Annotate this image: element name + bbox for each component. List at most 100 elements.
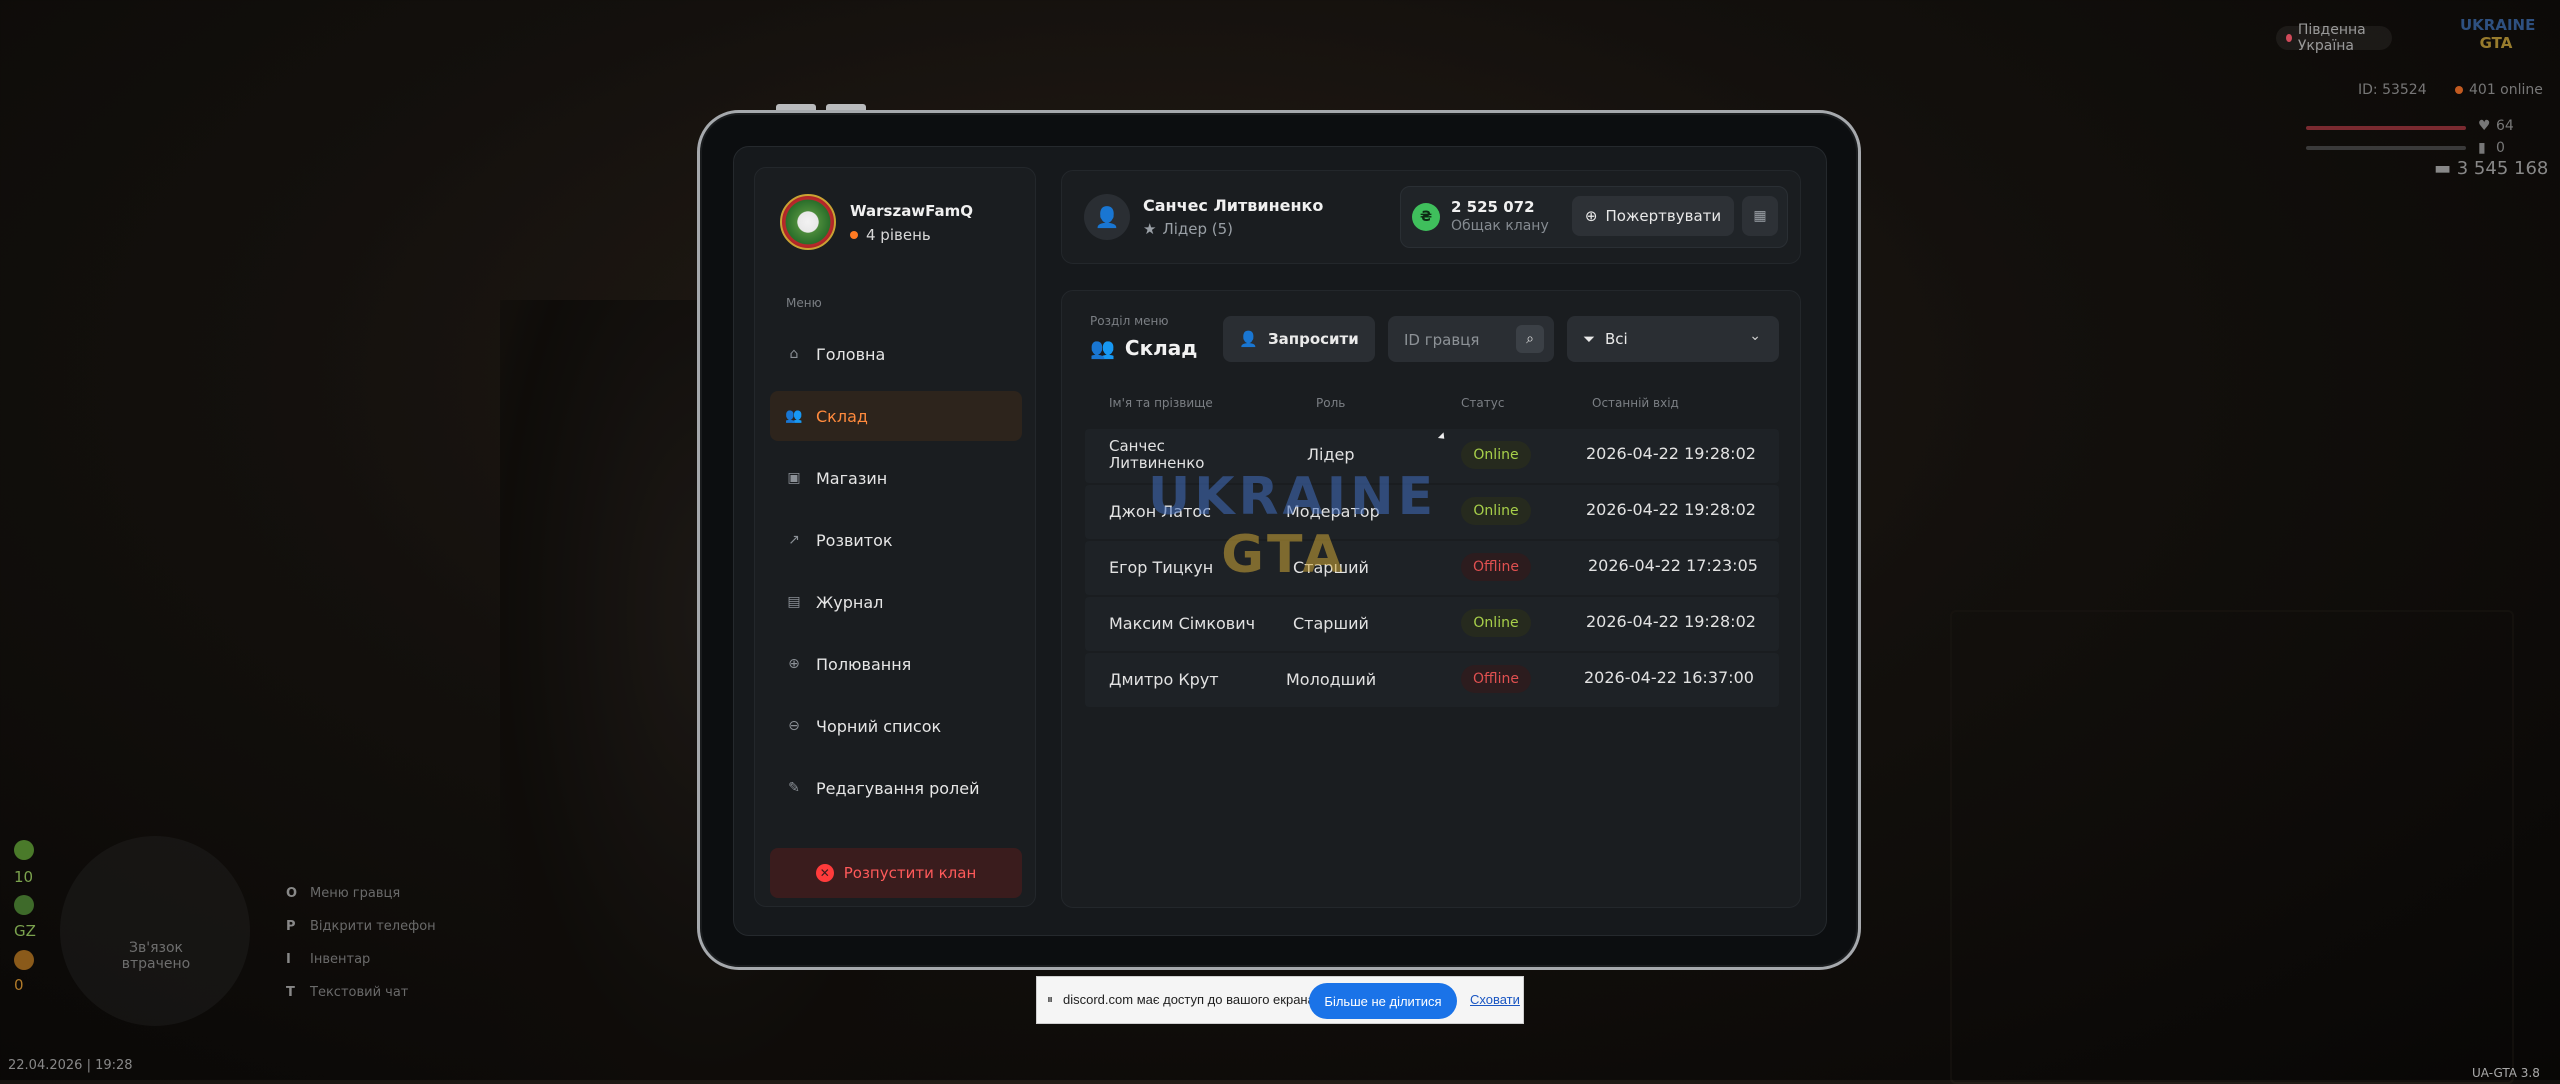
filter-value: Всі — [1605, 330, 1628, 348]
sidebar-item-roles[interactable]: ✎ Редагування ролей — [770, 763, 1022, 813]
sidebar-item-label: Магазин — [816, 468, 888, 488]
wanted-value: 0 — [14, 976, 24, 994]
member-last-login: 2026-04-22 19:28:02 — [1586, 444, 1756, 463]
game-datetime: 22.04.2026 | 19:28 — [8, 1058, 133, 1073]
donate-label: Пожертвувати — [1605, 207, 1722, 225]
page-title: 👥 Склад — [1090, 336, 1197, 360]
keybind-hints: O Меню гравця P Відкрити телефон I Інвентар… — [286, 886, 436, 1018]
clan-level-text: 4 рівень — [866, 226, 931, 244]
member-role: Лідер — [1307, 445, 1355, 464]
sidebar-item-blacklist[interactable]: ⊖ Чорний список — [770, 701, 1022, 751]
key-label: I — [286, 952, 291, 967]
chevron-down-icon: ⌄ — [1749, 328, 1761, 344]
money-icon: ▬ — [2434, 158, 2457, 179]
wanted-icon — [14, 950, 34, 970]
level-dot-icon — [850, 231, 858, 239]
status-badge: Online — [1461, 441, 1531, 469]
shop-icon: ▣ — [787, 470, 801, 486]
health-bar — [2306, 126, 2466, 130]
sidebar-item-label: Журнал — [816, 592, 884, 612]
leader-role: ★ Лідер (5) — [1143, 220, 1233, 238]
sidebar-item-label: Головна — [816, 344, 886, 364]
search-box: ⌕ — [1388, 316, 1554, 364]
keybind-hint: T Текстовий чат — [286, 985, 436, 1018]
key-label: T — [286, 985, 295, 1000]
armor-bar — [2306, 146, 2466, 150]
sidebar-item-journal[interactable]: ▤ Журнал — [770, 577, 1022, 627]
column-header-last-login: Останній вхід — [1592, 396, 1679, 410]
column-header-role: Роль — [1316, 396, 1346, 410]
donate-button[interactable]: ⊕ Пожертвувати — [1572, 196, 1734, 236]
online-count: 401 online — [2455, 82, 2543, 98]
book-icon: ▤ — [787, 594, 801, 610]
hide-link[interactable]: Сховати — [1470, 992, 1520, 1007]
keybind-hint: I Інвентар — [286, 952, 436, 985]
disband-clan-button[interactable]: ✕ Розпустити клан — [770, 848, 1022, 898]
people-icon: 👥 — [785, 408, 803, 424]
invite-button[interactable]: 👤 Запросити — [1223, 316, 1375, 362]
search-input[interactable] — [1402, 316, 1516, 364]
sidebar-item-roster[interactable]: 👥 Склад — [770, 391, 1022, 441]
server-name: Південна Україна — [2297, 22, 2366, 54]
sidebar-item-shop[interactable]: ▣ Магазин — [770, 453, 1022, 503]
sidebar-item-home[interactable]: ⌂ Головна — [770, 329, 1022, 379]
filter-dropdown[interactable]: ⏷ Всі ⌄ — [1567, 316, 1779, 362]
server-dot-icon — [2286, 34, 2292, 42]
close-icon: ✕ — [815, 864, 834, 882]
search-button[interactable]: ⌕ — [1516, 325, 1544, 353]
minimap-status: Зв'язок втрачено — [121, 940, 191, 972]
gift-button[interactable]: ▦ — [1742, 196, 1778, 236]
member-name: Максим Сімкович — [1109, 614, 1256, 633]
stop-sharing-button[interactable]: Більше не ділитися — [1309, 983, 1457, 1019]
game-version: UA-GTA 3.8 — [2472, 1066, 2540, 1080]
sidebar-item-development[interactable]: ↗ Розвиток — [770, 515, 1022, 565]
clan-level: 4 рівень — [850, 226, 931, 244]
key-action: Відкрити телефон — [310, 919, 436, 934]
add-user-icon: 👤 — [1239, 330, 1258, 348]
section-label: Розділ меню — [1090, 314, 1169, 328]
zone-icon — [14, 895, 34, 915]
treasury-label: Общак клану — [1451, 218, 1549, 234]
member-name: Дмитро Крут — [1109, 670, 1219, 689]
member-last-login: 2026-04-22 16:37:00 — [1584, 668, 1754, 687]
member-role: Модератор — [1286, 502, 1380, 521]
avatar: 👤 — [1084, 194, 1130, 240]
pause-icon: ⏸ — [1047, 992, 1054, 1006]
coin-icon: ₴ — [1412, 203, 1440, 231]
invite-label: Запросити — [1267, 330, 1359, 348]
sidebar-item-label: Чорний список — [816, 716, 942, 736]
sidebar-item-label: Редагування ролей — [816, 778, 980, 798]
server-badge: Південна Україна — [2276, 22, 2392, 54]
member-last-login: 2026-04-22 17:23:05 — [1588, 556, 1758, 575]
hunger-value: 10 — [14, 868, 34, 886]
member-last-login: 2026-04-22 19:28:02 — [1586, 500, 1756, 519]
key-label: P — [286, 919, 296, 934]
member-last-login: 2026-04-22 19:28:02 — [1586, 612, 1756, 631]
armor-value: 0 — [2496, 140, 2505, 156]
leader-name: Санчес Литвиненко — [1143, 196, 1324, 215]
search-icon: ⌕ — [1526, 331, 1534, 347]
status-badge: Online — [1461, 609, 1531, 637]
clan-name: WarszawFamQ — [850, 202, 974, 220]
sidebar-item-label: Склад — [816, 406, 868, 426]
heart-icon: ♥ — [2478, 118, 2491, 134]
game-logo-bottom: GTA — [2479, 34, 2513, 52]
menu-label: Меню — [786, 296, 822, 310]
member-role: Старший — [1293, 614, 1369, 633]
member-name: Егор Тицкун — [1109, 558, 1214, 577]
filter-icon: ⏷ — [1583, 330, 1596, 348]
page-title-text: Склад — [1124, 336, 1198, 360]
column-header-name: Ім'я та прізвище — [1109, 396, 1213, 410]
game-logo: UKRAINE GTA — [2460, 16, 2535, 56]
share-message: discord.com має доступ до вашого екрана. — [1063, 992, 1319, 1007]
health-value: 64 — [2496, 118, 2514, 134]
gift-icon: ▦ — [1753, 208, 1767, 224]
status-badge: Offline — [1461, 553, 1531, 581]
user-icon: 👤 — [1094, 205, 1120, 229]
sidebar-item-hunting[interactable]: ⊕ Полювання — [770, 639, 1022, 689]
online-dot-icon — [2455, 86, 2463, 94]
treasury-amount: 2 525 072 — [1451, 198, 1535, 216]
status-badge: Offline — [1461, 665, 1531, 693]
leader-role-text: Лідер (5) — [1162, 220, 1234, 238]
minimap — [60, 836, 250, 1026]
